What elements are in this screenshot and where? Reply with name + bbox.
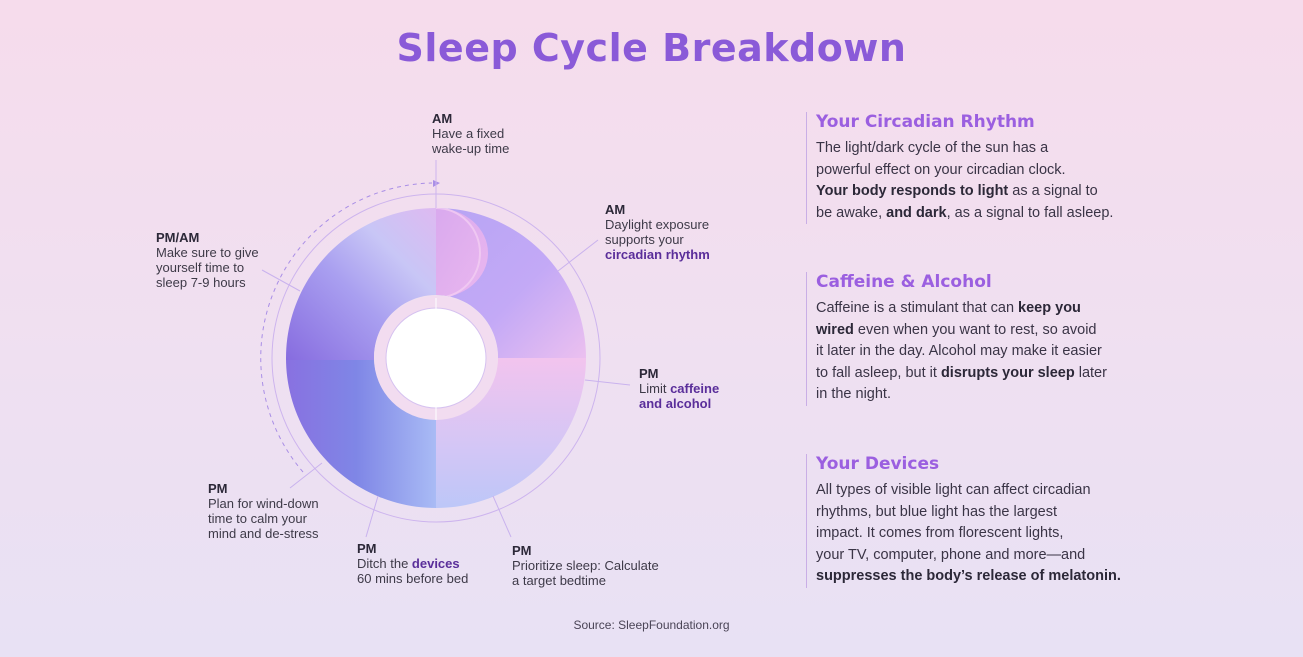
section-body: All types of visible light can affect ci…	[816, 480, 1156, 588]
label-head: PM/AM	[156, 230, 200, 245]
leader-pm-prioritize	[492, 495, 512, 538]
body-line: your TV, computer, phone and more—and	[816, 546, 1086, 563]
label-highlight: caffeine	[670, 381, 720, 396]
source-credit: Source: SleepFoundation.org	[573, 618, 730, 632]
label-head: AM	[605, 202, 626, 217]
leader-pm-caffeine	[584, 379, 631, 386]
body-line: The light/dark cycle of the sun has a	[816, 140, 1049, 156]
label-head: PM	[639, 366, 659, 381]
body-text: Caffeine is a stimulant that can	[816, 300, 1019, 316]
body-bold: keep you	[1018, 300, 1081, 316]
label-line: Make sure to give	[156, 245, 259, 260]
body-text: as a signal to	[1008, 183, 1098, 199]
label-line: Prioritize sleep: Calculate	[512, 558, 659, 573]
section-heading: Caffeine & Alcohol	[816, 272, 992, 292]
label-line: time to calm your	[208, 511, 307, 526]
section-heading: Your Circadian Rhythm	[816, 112, 1035, 132]
label-highlight: circadian rhythm	[605, 247, 710, 262]
label-pmam-sleep: PM/AM Make sure to give yourself time to…	[156, 230, 259, 290]
section-heading: Your Devices	[816, 454, 940, 474]
label-line: Ditch the devices	[357, 556, 468, 571]
body-line: wired even when you want to rest, so avo…	[816, 320, 1156, 342]
body-bold: disrupts your sleep	[940, 364, 1075, 381]
label-line: supports your	[605, 232, 684, 247]
body-bold: suppresses the body’s release of melaton…	[816, 568, 1121, 584]
body-line: to fall asleep, but it disrupts your sle…	[816, 363, 1156, 385]
leader-pm-devices	[365, 495, 379, 538]
body-line: Your body responds to light as a signal …	[816, 181, 1156, 203]
section-caffeine: Caffeine & Alcohol Caffeine is a stimula…	[806, 272, 1156, 406]
label-am-wake: AM Have a fixed wake-up time	[432, 111, 509, 156]
body-line: suppresses the body’s release of melaton…	[816, 566, 1156, 588]
body-line: All types of visible light can affect ci…	[816, 482, 1091, 498]
label-line: yourself time to	[156, 260, 245, 275]
label-pm-caffeine: PM Limit caffeine and alcohol	[639, 366, 719, 411]
body-bold: and dark	[886, 204, 947, 221]
label-text: Limit	[639, 381, 671, 396]
label-line: Plan for wind-down	[208, 496, 319, 511]
label-line: wake-up time	[432, 141, 510, 156]
inner-circle	[385, 307, 487, 409]
label-line: Have a fixed	[432, 126, 505, 141]
label-highlight: devices	[411, 556, 460, 571]
body-text: to fall asleep, but it	[816, 364, 941, 381]
label-text: Ditch the	[357, 556, 412, 571]
body-text: , as a signal to fall asleep.	[946, 204, 1114, 221]
body-text: be awake,	[816, 204, 887, 221]
label-head: PM	[512, 543, 532, 558]
section-circadian: Your Circadian Rhythm The light/dark cyc…	[806, 112, 1156, 224]
label-line: a target bedtime	[512, 573, 606, 588]
body-bold: wired	[816, 321, 854, 338]
body-line: powerful effect on your circadian clock.	[816, 161, 1066, 178]
label-pm-winddown: PM Plan for wind-down time to calm your …	[208, 481, 319, 541]
body-line: be awake, and dark, as a signal to fall …	[816, 203, 1156, 225]
body-line: it later in the day. Alcohol may make it…	[816, 343, 1102, 359]
section-devices: Your Devices All types of visible light …	[806, 454, 1156, 588]
label-line: mind and de-stress	[208, 526, 319, 541]
body-text: even when you want to rest, so avoid	[853, 321, 1097, 338]
leader-pmam-sleep	[261, 269, 301, 292]
body-line: rhythms, but blue light has the largest	[816, 503, 1057, 520]
label-line: Daylight exposure	[605, 217, 710, 232]
label-highlight: and alcohol	[639, 396, 712, 411]
label-pm-devices: PM Ditch the devices 60 mins before bed	[357, 541, 468, 586]
label-pm-prioritize: PM Prioritize sleep: Calculate a target …	[512, 543, 659, 588]
label-line: sleep 7-9 hours	[156, 275, 246, 290]
label-line: 60 mins before bed	[357, 571, 469, 586]
body-line: in the night.	[816, 386, 891, 402]
body-line: impact. It comes from florescent lights,	[816, 525, 1064, 541]
body-bold: Your body responds to light	[816, 183, 1009, 199]
section-body: The light/dark cycle of the sun has a po…	[816, 138, 1156, 224]
label-am-daylight: AM Daylight exposure supports your circa…	[605, 202, 710, 262]
body-line: Caffeine is a stimulant that can keep yo…	[816, 298, 1156, 320]
section-body: Caffeine is a stimulant that can keep yo…	[816, 298, 1156, 406]
label-head: PM	[357, 541, 377, 556]
label-head: PM	[208, 481, 228, 496]
body-text: later	[1074, 364, 1107, 381]
label-head: AM	[432, 111, 453, 126]
label-line: Limit caffeine	[639, 381, 719, 396]
